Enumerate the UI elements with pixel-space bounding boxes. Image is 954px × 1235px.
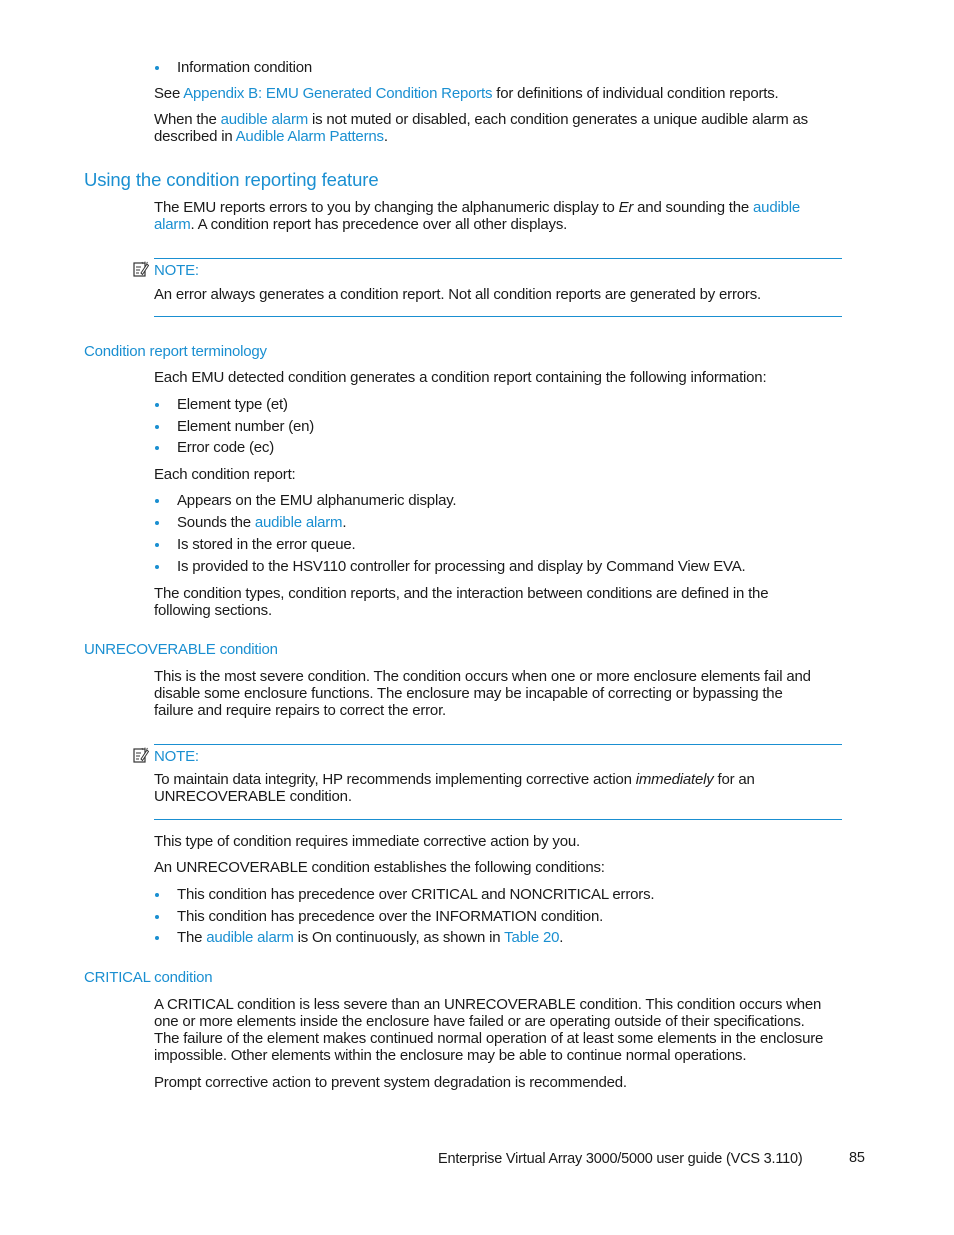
bullet-icon	[155, 425, 159, 429]
heading-condition-report-terminology: Condition report terminology	[84, 343, 267, 360]
terminology-intro: Each EMU detected condition generates a …	[154, 369, 767, 386]
heading-unrecoverable-condition: UNRECOVERABLE condition	[84, 641, 278, 658]
see-appendix-paragraph: See Appendix B: EMU Generated Condition …	[154, 85, 779, 102]
note-bottom-rule	[154, 316, 842, 317]
critical-recommendation: Prompt corrective action to prevent syst…	[154, 1074, 627, 1091]
bullet-icon	[155, 543, 159, 547]
each-condition-report-label: Each condition report:	[154, 466, 296, 483]
critical-paragraph: A CRITICAL condition is less severe than…	[154, 996, 824, 1064]
heading-critical-condition: CRITICAL condition	[84, 969, 213, 986]
footer-document-title: Enterprise Virtual Array 3000/5000 user …	[438, 1151, 803, 1167]
audible-alarm-link[interactable]: audible alarm	[221, 111, 309, 128]
unrecoverable-establishes-text: An UNRECOVERABLE condition establishes t…	[154, 859, 605, 876]
bullet-icon	[155, 499, 159, 503]
bullet-icon	[155, 66, 159, 70]
bullet-icon	[155, 936, 159, 940]
bullet-icon	[155, 565, 159, 569]
unrecoverable-action-text: This type of condition requires immediat…	[154, 833, 580, 850]
note-icon	[133, 747, 149, 763]
using-paragraph: The EMU reports errors to you by changin…	[154, 199, 801, 233]
appendix-b-link[interactable]: Appendix B: EMU Generated Condition Repo…	[183, 85, 492, 102]
note-label: NOTE:	[154, 748, 199, 765]
note-icon	[133, 261, 149, 277]
unrecoverable-paragraph: This is the most severe condition. The c…	[154, 668, 811, 719]
audible-alarm-link-continued[interactable]: alarm	[154, 216, 191, 233]
audible-alarm-link[interactable]: audible alarm	[255, 514, 343, 531]
bullet-icon	[155, 446, 159, 450]
bullet-icon	[155, 893, 159, 897]
note-bottom-rule	[154, 819, 842, 820]
bullet-icon	[155, 403, 159, 407]
note-text: To maintain data integrity, HP recommend…	[154, 771, 755, 805]
audible-alarm-patterns-link[interactable]: Audible Alarm Patterns	[236, 128, 384, 145]
bullet-icon	[155, 915, 159, 919]
table-20-link[interactable]: Table 20	[504, 929, 559, 946]
note-top-rule	[154, 258, 842, 259]
bullet-icon	[155, 521, 159, 525]
heading-using-condition-reporting: Using the condition reporting feature	[84, 169, 379, 190]
page-number: 85	[849, 1150, 865, 1166]
terminology-closing: The condition types, condition reports, …	[154, 585, 769, 619]
audible-alarm-link[interactable]: audible	[753, 199, 800, 216]
note-top-rule	[154, 744, 842, 745]
audible-alarm-paragraph: When the audible alarm is not muted or d…	[154, 111, 808, 145]
note-label: NOTE:	[154, 262, 199, 279]
note-text: An error always generates a condition re…	[154, 286, 761, 303]
audible-alarm-link[interactable]: audible alarm	[206, 929, 294, 946]
